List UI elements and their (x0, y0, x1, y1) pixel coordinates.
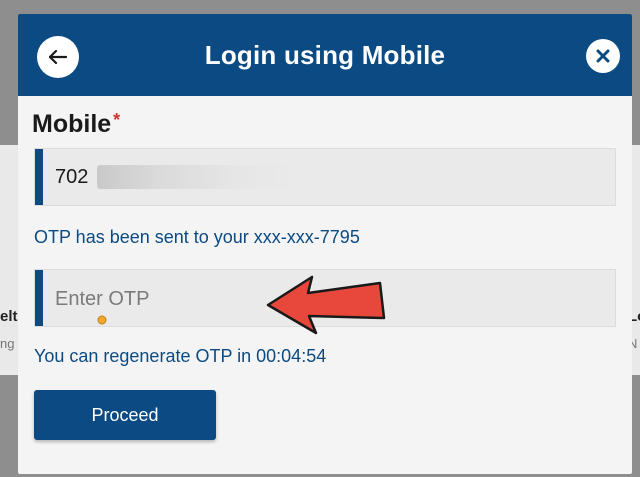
required-mark: * (113, 110, 121, 130)
field-accent-bar (35, 270, 43, 326)
proceed-button[interactable]: Proceed (34, 390, 216, 440)
login-modal: Login using Mobile Mobile * 702 OTP has b… (18, 14, 632, 474)
back-button[interactable] (37, 36, 79, 78)
otp-sent-message: OTP has been sent to your xxx-xxx-7795 (34, 227, 360, 247)
close-icon (596, 49, 610, 63)
close-button[interactable] (586, 39, 620, 73)
background-card-left-title: elt (0, 308, 18, 325)
mobile-label-text: Mobile (32, 110, 112, 138)
modal-title: Login using Mobile (204, 40, 446, 70)
otp-regenerate-timer: You can regenerate OTP in 00:04:54 (34, 346, 327, 366)
mobile-number-redaction (97, 165, 297, 189)
mobile-field[interactable]: 702 (34, 148, 616, 206)
mobile-label: Mobile * (32, 110, 120, 139)
modal-header: Login using Mobile (18, 14, 632, 96)
background-card-left-subtitle: ng M (0, 336, 18, 351)
field-accent-bar (35, 149, 43, 205)
red-arrow-annotation-icon (266, 275, 386, 335)
mouse-cursor-icon (97, 315, 107, 325)
mobile-field-value: 702 (55, 166, 89, 188)
arrow-left-icon (49, 50, 67, 64)
